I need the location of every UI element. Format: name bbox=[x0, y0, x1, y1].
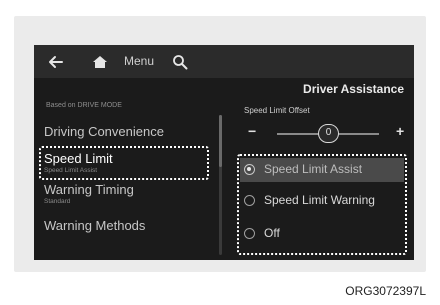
top-bar: Menu bbox=[34, 45, 414, 78]
menu-item-warning-methods[interactable]: Warning Methods bbox=[44, 218, 145, 233]
menu-item-sublabel: Standard bbox=[44, 198, 71, 205]
highlight-outline-speed-limit bbox=[39, 146, 209, 180]
increase-offset-button[interactable]: + bbox=[396, 123, 404, 139]
offset-slider-knob[interactable]: 0 bbox=[318, 124, 339, 143]
search-icon[interactable] bbox=[169, 51, 191, 73]
menu-item-label: Warning Methods bbox=[44, 218, 146, 233]
figure-code: ORG3072397L bbox=[345, 284, 426, 298]
home-icon[interactable] bbox=[89, 51, 111, 73]
page-title: Driver Assistance bbox=[303, 82, 404, 96]
highlight-outline-options bbox=[237, 154, 407, 255]
menu-item-driving-convenience[interactable]: Driving Convenience bbox=[44, 124, 164, 139]
menu-item-label: Warning Timing bbox=[44, 182, 134, 197]
speed-limit-offset-label: Speed Limit Offset bbox=[244, 106, 310, 115]
infotainment-screen: Menu Driver Assistance Based on DRIVE MO… bbox=[34, 45, 414, 260]
menu-button[interactable]: Menu bbox=[124, 54, 154, 68]
menu-item-warning-timing[interactable]: Warning Timing Standard bbox=[44, 182, 134, 205]
scrollbar-thumb[interactable] bbox=[219, 115, 222, 167]
menu-item-label: Driving Convenience bbox=[44, 124, 164, 139]
back-arrow-icon[interactable] bbox=[45, 51, 67, 73]
decrease-offset-button[interactable]: − bbox=[248, 123, 256, 139]
drive-mode-caption: Based on DRIVE MODE bbox=[46, 102, 122, 109]
